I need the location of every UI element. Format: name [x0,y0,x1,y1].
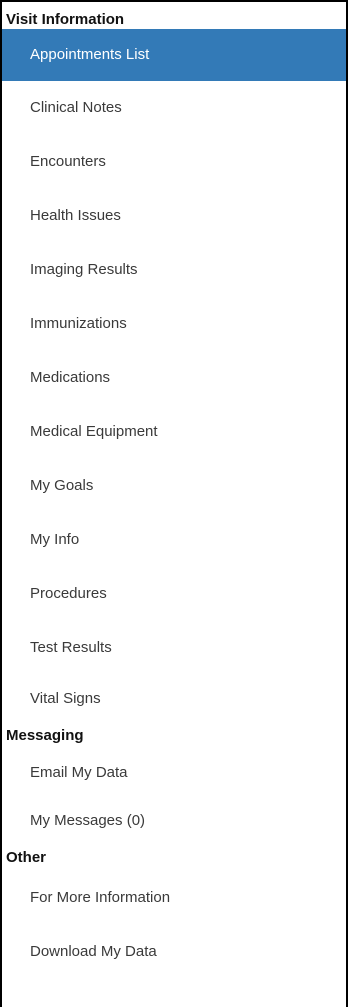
sidebar-nav: Visit Information Appointments List Clin… [0,0,348,1007]
sidebar-item-procedures[interactable]: Procedures [2,567,346,621]
sidebar-item-email-my-data[interactable]: Email My Data [2,749,346,797]
sidebar-item-download-my-data[interactable]: Download My Data [2,925,346,979]
sidebar-item-medications[interactable]: Medications [2,351,346,405]
sidebar-item-my-info[interactable]: My Info [2,513,346,567]
sidebar-item-vital-signs[interactable]: Vital Signs [2,675,346,723]
sidebar-item-appointments-list[interactable]: Appointments List [2,29,346,81]
sidebar-item-encounters[interactable]: Encounters [2,135,346,189]
sidebar-item-immunizations[interactable]: Immunizations [2,297,346,351]
sidebar-item-medical-equipment[interactable]: Medical Equipment [2,405,346,459]
sidebar-item-my-messages[interactable]: My Messages (0) [2,797,346,845]
sidebar-item-my-goals[interactable]: My Goals [2,459,346,513]
section-header-visit-information: Visit Information [6,11,125,28]
sidebar-item-clinical-notes[interactable]: Clinical Notes [2,81,346,135]
section-header-messaging: Messaging [6,727,84,744]
sidebar-item-health-issues[interactable]: Health Issues [2,189,346,243]
section-header-other: Other [6,849,47,866]
sidebar-item-imaging-results[interactable]: Imaging Results [2,243,346,297]
sidebar-item-for-more-information[interactable]: For More Information [2,871,346,925]
sidebar-item-test-results[interactable]: Test Results [2,621,346,675]
